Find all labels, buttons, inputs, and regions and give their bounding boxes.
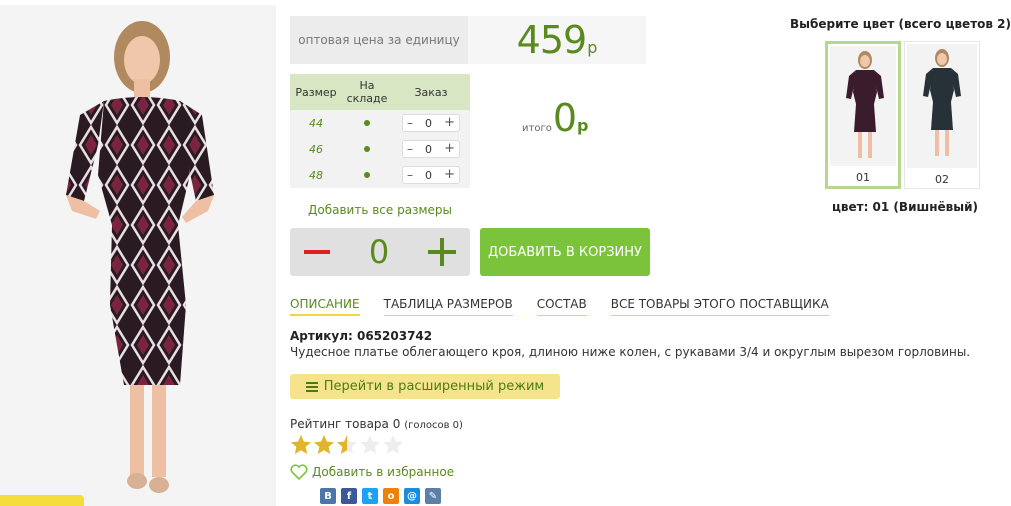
quantity-value[interactable]: 0 — [369, 233, 389, 271]
header-stock: На складе — [342, 74, 392, 110]
list-icon — [305, 381, 318, 392]
tab-supplier-products[interactable]: ВСЕ ТОВАРЫ ЭТОГО ПОСТАВЩИКА — [610, 297, 829, 316]
size-value: 46 — [309, 142, 323, 156]
swatch-number: 02 — [935, 173, 949, 186]
size-quantity-value[interactable]: 0 — [425, 169, 432, 182]
color-swatch-01[interactable]: 01 — [825, 41, 901, 189]
price-value: 459 — [516, 18, 588, 62]
increment-button[interactable]: + — [444, 116, 455, 129]
product-description: Чудесное платье облегающего кроя, длиною… — [290, 345, 971, 359]
rating-label: Рейтинг товара 0 — [290, 417, 401, 431]
social-share-bar: Bf t o @ ✎ — [320, 488, 446, 504]
size-order-cell: – 0 + — [392, 114, 470, 132]
swatch-thumbnail — [830, 46, 896, 166]
add-to-favorites-label: Добавить в избранное — [312, 465, 455, 479]
total-label: итого — [522, 123, 552, 134]
color-swatch-02[interactable]: 02 — [904, 41, 980, 189]
size-value: 48 — [309, 168, 323, 182]
odnoklassniki-icon[interactable]: o — [383, 488, 399, 504]
decrement-button[interactable]: – — [407, 143, 413, 155]
rating-stars[interactable] — [290, 434, 405, 458]
advanced-mode-label: Перейти в расширенный режим — [323, 379, 545, 394]
add-to-cart-button[interactable]: ДОБАВИТЬ В КОРЗИНУ — [480, 228, 650, 276]
price-box: оптовая цена за единицу 459 р — [290, 16, 646, 64]
vk-icon[interactable]: B — [320, 488, 336, 504]
star-icon[interactable] — [359, 434, 381, 456]
plus-icon[interactable] — [427, 238, 456, 266]
header-order: Заказ — [414, 85, 448, 99]
order-total: итого 0 р — [522, 96, 588, 146]
size-order-cell: – 0 + — [392, 140, 470, 158]
increment-button[interactable]: + — [444, 142, 455, 155]
size-quantity-value[interactable]: 0 — [425, 117, 432, 130]
minus-icon[interactable] — [304, 250, 330, 254]
product-photo[interactable] — [0, 5, 276, 506]
price-label: оптовая цена за единицу — [290, 16, 468, 64]
quantity-stepper: 0 — [290, 228, 470, 276]
in-stock-indicator — [342, 120, 392, 126]
article-number: Артикул: 065203742 — [290, 329, 433, 343]
total-currency: р — [577, 116, 589, 135]
size-row: 48 – 0 + — [290, 162, 470, 188]
header-size: Размер — [295, 85, 337, 99]
star-icon[interactable] — [336, 434, 358, 456]
rating-text: Рейтинг товара 0 (голосов 0) — [290, 417, 463, 431]
size-quantity-value[interactable]: 0 — [425, 143, 432, 156]
tab-size-chart[interactable]: ТАБЛИЦА РАЗМЕРОВ — [383, 297, 513, 316]
facebook-icon[interactable]: f — [341, 488, 357, 504]
size-order-cell: – 0 + — [392, 166, 470, 184]
increment-button[interactable]: + — [444, 168, 455, 181]
product-tabs: ОПИСАНИЕ ТАБЛИЦА РАЗМЕРОВ СОСТАВ ВСЕ ТОВ… — [290, 297, 853, 316]
rating-votes: (голосов 0) — [404, 420, 463, 431]
in-stock-indicator — [342, 146, 392, 152]
sizes-table-header: Размер На складе Заказ — [290, 74, 470, 110]
size-row: 46 – 0 + — [290, 136, 470, 162]
livejournal-icon[interactable]: ✎ — [425, 488, 441, 504]
tab-composition[interactable]: СОСТАВ — [536, 297, 587, 316]
swatch-thumbnail — [907, 44, 977, 168]
tab-description[interactable]: ОПИСАНИЕ — [290, 297, 360, 316]
header-stock-line1: На — [359, 79, 375, 92]
mail-icon[interactable]: @ — [404, 488, 420, 504]
promo-badge — [0, 495, 84, 506]
star-icon[interactable] — [290, 434, 312, 456]
selected-color-label: цвет: 01 (Вишнёвый) — [832, 200, 978, 214]
price-currency: р — [587, 38, 598, 57]
in-stock-indicator — [342, 172, 392, 178]
heart-icon — [290, 464, 308, 480]
size-row: 44 – 0 + — [290, 110, 470, 136]
price-value-wrap: 459 р — [468, 16, 646, 64]
size-quantity-stepper: – 0 + — [402, 140, 460, 158]
header-stock-line2: складе — [346, 92, 388, 105]
total-value: 0 — [552, 96, 578, 140]
add-to-favorites-link[interactable]: Добавить в избранное — [290, 464, 454, 480]
color-chooser-title: Выберите цвет (всего цветов 2) — [790, 17, 1011, 31]
add-all-sizes-link[interactable]: Добавить все размеры — [290, 203, 470, 217]
size-value: 44 — [309, 116, 323, 130]
decrement-button[interactable]: – — [407, 117, 413, 129]
twitter-icon[interactable]: t — [362, 488, 378, 504]
star-icon[interactable] — [382, 434, 404, 456]
swatch-number: 01 — [856, 171, 870, 184]
size-quantity-stepper: – 0 + — [402, 114, 460, 132]
star-icon[interactable] — [313, 434, 335, 456]
sizes-table: Размер На складе Заказ 44 – 0 + 46 – 0 + … — [290, 74, 470, 188]
size-quantity-stepper: – 0 + — [402, 166, 460, 184]
advanced-mode-button[interactable]: Перейти в расширенный режим — [290, 374, 560, 399]
decrement-button[interactable]: – — [407, 169, 413, 181]
